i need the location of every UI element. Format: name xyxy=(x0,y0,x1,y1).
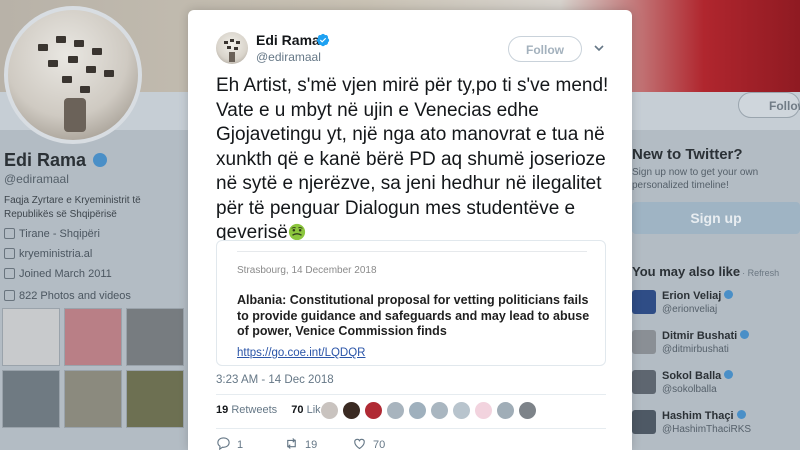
signup-subtext: Sign up now to get your own personalized… xyxy=(632,167,759,191)
link-card-title: Albania: Constitutional proposal for vet… xyxy=(237,293,590,338)
verified-icon xyxy=(740,330,750,339)
reply-button[interactable]: 1 xyxy=(216,436,243,450)
refresh-link[interactable]: · Refresh xyxy=(742,268,779,278)
divider xyxy=(216,394,606,395)
photo-thumbnail[interactable] xyxy=(64,308,122,366)
tweet-author-name[interactable]: Edi Rama xyxy=(256,32,320,48)
link-card-divider xyxy=(237,251,587,252)
photo-thumbnail[interactable] xyxy=(64,370,122,428)
verified-icon xyxy=(736,410,746,419)
verified-icon xyxy=(724,370,734,379)
avatar[interactable] xyxy=(496,401,515,420)
reply-icon xyxy=(217,437,230,450)
tweet-author-avatar[interactable] xyxy=(216,32,248,64)
photo-thumbnail[interactable] xyxy=(126,370,184,428)
nauseated-face-icon xyxy=(288,223,305,241)
profile-website[interactable]: kryeministria.al xyxy=(4,248,92,260)
avatar[interactable] xyxy=(430,401,449,420)
retweet-icon xyxy=(287,438,296,449)
profile-follow-button[interactable]: Follow xyxy=(738,92,800,118)
link-preview-card[interactable]: Strasbourg, 14 December 2018 Albania: Co… xyxy=(216,240,606,366)
calendar-icon xyxy=(4,268,15,279)
signup-button[interactable]: Sign up xyxy=(632,202,800,234)
tweet-timestamp[interactable]: 3:23 AM - 14 Dec 2018 xyxy=(216,374,334,386)
retweet-button[interactable]: 19 xyxy=(284,436,317,450)
link-card-date: Strasbourg, 14 December 2018 xyxy=(237,265,377,276)
avatar[interactable] xyxy=(452,401,471,420)
avatar xyxy=(632,290,656,314)
chevron-down-icon[interactable] xyxy=(593,42,605,54)
link-card-url[interactable]: https://go.coe.int/LQDQR xyxy=(237,347,365,359)
avatar[interactable] xyxy=(342,401,361,420)
follow-button[interactable]: Follow xyxy=(508,36,582,62)
divider xyxy=(216,428,606,429)
heart-icon xyxy=(354,438,365,450)
photo-thumbnail[interactable] xyxy=(126,308,184,366)
profile-location: Tirane - Shqipëri xyxy=(4,228,100,240)
avatar xyxy=(632,370,656,394)
avatar[interactable] xyxy=(518,401,537,420)
avatar[interactable] xyxy=(408,401,427,420)
photo-thumbnail[interactable] xyxy=(2,308,60,366)
tweet-modal: Edi Rama @ediramaal Follow Eh Artist, s'… xyxy=(188,10,632,450)
avatar[interactable] xyxy=(386,401,405,420)
avatar xyxy=(632,330,656,354)
verified-icon xyxy=(724,290,734,299)
profile-bio: Faqja Zyrtare e Kryeministrit të Republi… xyxy=(4,195,141,220)
location-icon xyxy=(4,228,15,239)
profile-handle: @ediramaal xyxy=(4,172,69,186)
avatar xyxy=(632,410,656,434)
profile-photos-link[interactable]: 822 Photos and videos xyxy=(4,290,131,302)
verified-icon xyxy=(316,33,330,47)
profile-name: Edi Rama xyxy=(4,150,108,171)
retweets-stat[interactable]: 19 Retweets xyxy=(216,404,277,416)
tweet-actions: 1 19 70 xyxy=(216,436,606,450)
tweet-text: Eh Artist, s'më vjen mirë për ty,po ti s… xyxy=(216,75,609,243)
photo-thumbnail[interactable] xyxy=(2,370,60,428)
link-icon xyxy=(4,248,15,259)
verified-icon xyxy=(93,153,108,167)
profile-avatar xyxy=(4,6,142,144)
photos-icon xyxy=(4,290,15,301)
new-to-twitter-heading: New to Twitter? xyxy=(632,146,743,163)
profile-joined: Joined March 2011 xyxy=(4,268,112,280)
you-may-also-like-heading: You may also like · Refresh xyxy=(632,264,780,279)
tweet-stats: 19 Retweets 70 Likes xyxy=(216,404,332,416)
avatar[interactable] xyxy=(364,401,383,420)
tweet-author-handle[interactable]: @ediramaal xyxy=(256,50,321,64)
avatar[interactable] xyxy=(474,401,493,420)
like-button[interactable]: 70 xyxy=(352,436,385,450)
avatar[interactable] xyxy=(320,401,339,420)
